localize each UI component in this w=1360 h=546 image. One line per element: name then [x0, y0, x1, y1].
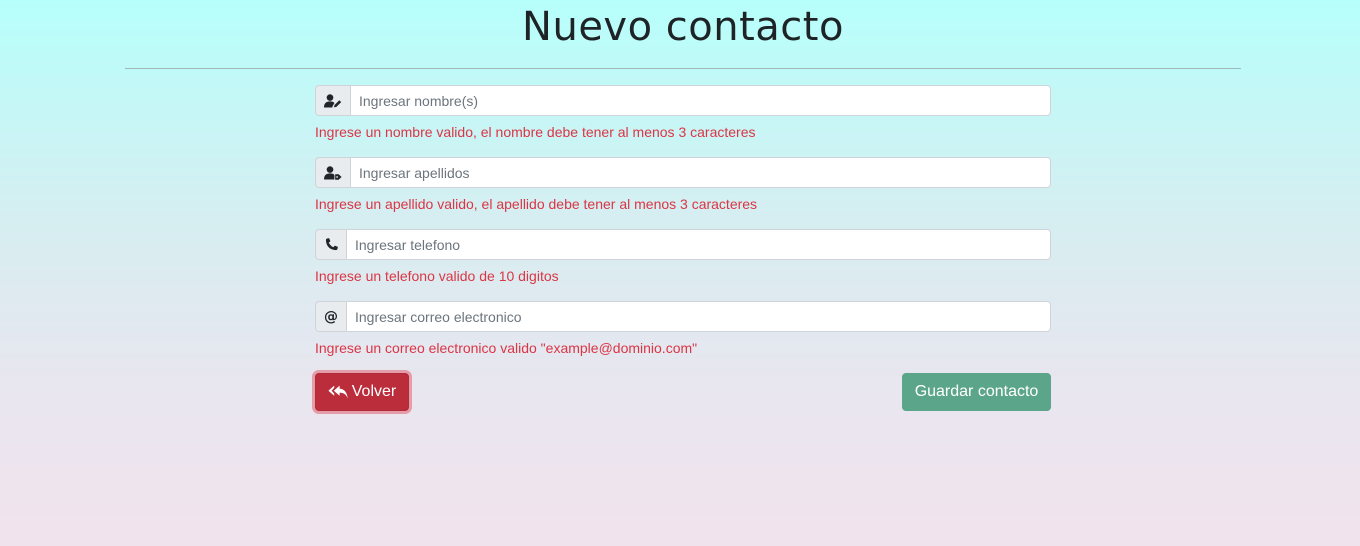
correo-input[interactable]: [346, 301, 1051, 332]
nombre-field-group: Ingrese un nombre valido, el nombre debe…: [315, 85, 1051, 157]
nombre-input[interactable]: [350, 85, 1051, 116]
nombre-input-group: [315, 85, 1051, 116]
page-title: Nuevo contacto: [522, 4, 844, 50]
correo-error-message: Ingrese un correo electronico valido "ex…: [315, 340, 698, 356]
guardar-contacto-button-label: Guardar contacto: [914, 383, 1039, 400]
apellidos-input[interactable]: [350, 157, 1051, 188]
telefono-input-group: [315, 229, 1051, 260]
phone-icon: [315, 229, 346, 260]
user-edit-icon: [315, 85, 350, 116]
guardar-contacto-button[interactable]: Guardar contacto: [902, 373, 1051, 411]
at-icon: @: [315, 301, 346, 332]
correo-field-group: @ Ingrese un correo electronico valido "…: [315, 301, 1051, 373]
apellidos-input-group: [315, 157, 1051, 188]
telefono-input[interactable]: [346, 229, 1051, 260]
title-divider: [125, 68, 1241, 69]
user-tag-icon: [315, 157, 350, 188]
telefono-error-message: Ingrese un telefono valido de 10 digitos: [315, 268, 559, 284]
form-actions: Volver Guardar contacto: [315, 373, 1051, 411]
correo-input-group: @: [315, 301, 1051, 332]
telefono-field-group: Ingrese un telefono valido de 10 digitos: [315, 229, 1051, 301]
reply-all-icon: [328, 385, 348, 399]
volver-button[interactable]: Volver: [315, 373, 409, 411]
apellidos-error-message: Ingrese un apellido valido, el apellido …: [315, 196, 758, 212]
at-glyph: @: [324, 308, 338, 325]
volver-button-label: Volver: [351, 383, 397, 400]
contact-form: Ingrese un nombre valido, el nombre debe…: [315, 85, 1051, 373]
nombre-error-message: Ingrese un nombre valido, el nombre debe…: [315, 124, 756, 140]
apellidos-field-group: Ingrese un apellido valido, el apellido …: [315, 157, 1051, 229]
